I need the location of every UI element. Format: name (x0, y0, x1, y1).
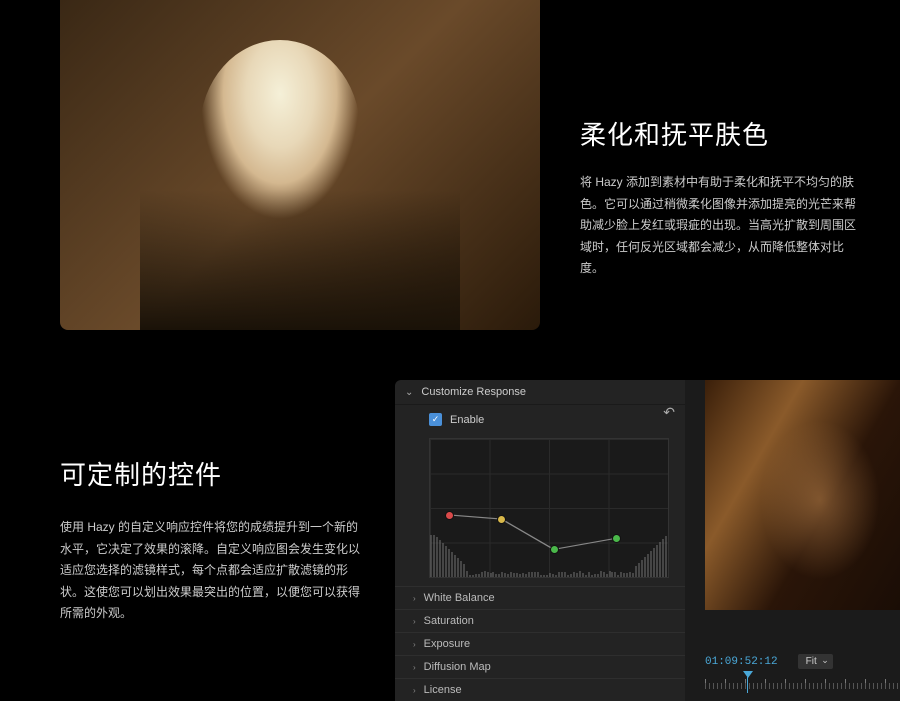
timecode-bar: 01:09:52:12 Fit (705, 654, 900, 669)
param-row-saturation[interactable]: › Saturation (395, 609, 685, 632)
param-label: Diffusion Map (424, 661, 491, 673)
enable-label: Enable (450, 414, 484, 426)
feature-body: 将 Hazy 添加到素材中有助于柔化和抚平不均匀的肤色。它可以通过稍微柔化图像并… (580, 172, 860, 280)
param-row-license[interactable]: › License (395, 678, 685, 701)
enable-toggle-row[interactable]: ✓ Enable (395, 405, 685, 434)
chevron-right-icon: › (413, 686, 416, 695)
chevron-right-icon: › (413, 640, 416, 649)
feature-section-smooth-skin: 柔化和抚平肤色 将 Hazy 添加到素材中有助于柔化和抚平不均匀的肤色。它可以通… (0, 0, 900, 330)
chevron-right-icon: › (413, 594, 416, 603)
timecode-display[interactable]: 01:09:52:12 (705, 656, 778, 668)
feature-copy: 可定制的控件 使用 Hazy 的自定义响应控件将您的成绩提升到一个新的水平，它决… (0, 380, 395, 701)
feature-title: 柔化和抚平肤色 (580, 115, 860, 152)
curve-control-point[interactable] (445, 511, 454, 520)
zoom-fit-dropdown[interactable]: Fit (798, 654, 833, 669)
param-label: White Balance (424, 592, 495, 604)
param-row-white-balance[interactable]: › White Balance (395, 586, 685, 609)
param-label: Saturation (424, 615, 474, 627)
feature-body: 使用 Hazy 的自定义响应控件将您的成绩提升到一个新的水平，它决定了效果的滚降… (60, 517, 365, 625)
response-curve-editor[interactable] (429, 438, 669, 578)
chevron-down-icon: ⌄ (405, 387, 413, 398)
param-label: Exposure (424, 638, 470, 650)
feature-section-custom-controls: 可定制的控件 使用 Hazy 的自定义响应控件将您的成绩提升到一个新的水平，它决… (0, 380, 900, 701)
feature-title: 可定制的控件 (60, 455, 365, 492)
panel-header-label: Customize Response (421, 386, 526, 398)
preview-monitor: 01:09:52:12 Fit (685, 380, 900, 701)
panel-header-customize-response[interactable]: ⌄ Customize Response (395, 380, 685, 405)
feature-copy: 柔化和抚平肤色 将 Hazy 添加到素材中有助于柔化和抚平不均匀的肤色。它可以通… (540, 0, 900, 330)
curve-svg (430, 439, 668, 577)
video-preview-frame (705, 380, 900, 610)
param-row-diffusion-map[interactable]: › Diffusion Map (395, 655, 685, 678)
checkbox-checked-icon[interactable]: ✓ (429, 413, 442, 426)
reset-icon[interactable]: ↶ (663, 404, 675, 421)
timeline-ruler[interactable] (705, 673, 900, 689)
hero-photo-portrait (60, 0, 540, 330)
chevron-right-icon: › (413, 663, 416, 672)
curve-control-point[interactable] (612, 534, 621, 543)
playhead-icon[interactable] (743, 671, 753, 693)
effects-panel: ⌄ Customize Response ↶ ✓ Enable › White B… (395, 380, 685, 701)
param-label: License (424, 684, 462, 696)
param-row-exposure[interactable]: › Exposure (395, 632, 685, 655)
chevron-right-icon: › (413, 617, 416, 626)
editor-screenshot: ⌄ Customize Response ↶ ✓ Enable › White B… (395, 380, 900, 701)
